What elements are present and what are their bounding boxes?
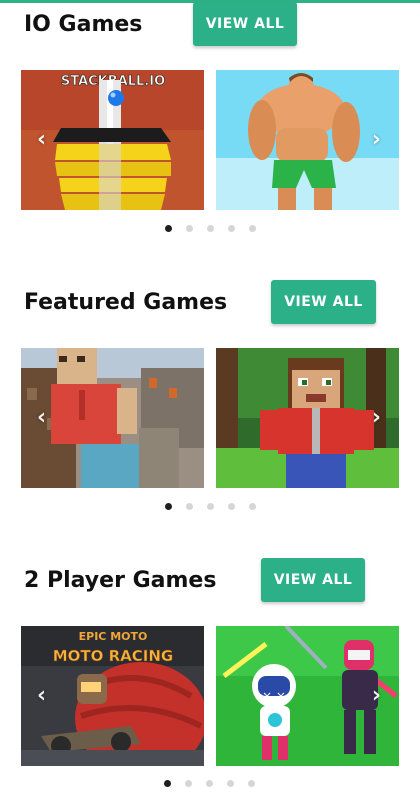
game-card-muscle-runner[interactable]: ›	[216, 70, 399, 210]
game-carousel: EPIC MOTO MOTO RACING ‹ × × ›	[21, 626, 399, 766]
pagination-dot-4[interactable]	[228, 503, 235, 510]
pagination-dot-5[interactable]	[249, 225, 256, 232]
carousel-prev-arrow[interactable]: ‹	[37, 685, 46, 707]
pagination-dot-5[interactable]	[249, 503, 256, 510]
pagination-dot-5[interactable]	[248, 780, 255, 787]
section-title: Featured Games	[24, 290, 228, 315]
stackball-thumbnail: STACKBALL.IO	[21, 70, 204, 210]
game-card-moto-racing[interactable]: EPIC MOTO MOTO RACING ‹	[21, 626, 204, 766]
view-all-button[interactable]: VIEW ALL	[261, 558, 365, 602]
carousel-next-arrow[interactable]: ›	[372, 129, 381, 151]
pagination-dot-3[interactable]	[207, 225, 214, 232]
carousel-prev-arrow[interactable]: ‹	[37, 407, 46, 429]
view-all-button[interactable]: VIEW ALL	[193, 2, 297, 46]
carousel-pagination	[0, 780, 420, 788]
moto-logo-text-2: MOTO RACING	[53, 647, 174, 665]
section-title: 2 Player Games	[24, 568, 217, 593]
pagination-dot-1[interactable]	[165, 503, 172, 510]
game-card-blocky-city[interactable]: ‹	[21, 348, 204, 488]
carousel-prev-arrow[interactable]: ‹	[37, 129, 46, 151]
blocky-city-thumbnail	[21, 348, 204, 488]
view-all-button[interactable]: VIEW ALL	[271, 280, 376, 324]
pagination-dot-1[interactable]	[165, 225, 172, 232]
game-card-block-hero[interactable]: ›	[216, 348, 399, 488]
game-card-stackball[interactable]: STACKBALL.IO ‹	[21, 70, 204, 210]
carousel-pagination	[0, 503, 420, 511]
carousel-next-arrow[interactable]: ›	[372, 685, 381, 707]
svg-text:× ×: × ×	[262, 689, 286, 703]
pagination-dot-4[interactable]	[227, 780, 234, 787]
game-carousel: STACKBALL.IO ‹	[21, 70, 399, 210]
game-carousel: ‹ ›	[21, 348, 399, 488]
pagination-dot-4[interactable]	[228, 225, 235, 232]
pagination-dot-2[interactable]	[185, 780, 192, 787]
carousel-pagination	[0, 225, 420, 233]
pagination-dot-3[interactable]	[207, 503, 214, 510]
pagination-dot-2[interactable]	[186, 225, 193, 232]
game-card-sword-duel[interactable]: × × ›	[216, 626, 399, 766]
moto-racing-thumbnail: EPIC MOTO MOTO RACING	[21, 626, 204, 766]
section-title: IO Games	[24, 12, 143, 37]
moto-logo-text-1: EPIC MOTO	[79, 630, 148, 643]
carousel-next-arrow[interactable]: ›	[372, 407, 381, 429]
pagination-dot-1[interactable]	[164, 780, 171, 787]
pagination-dot-2[interactable]	[186, 503, 193, 510]
pagination-dot-3[interactable]	[206, 780, 213, 787]
